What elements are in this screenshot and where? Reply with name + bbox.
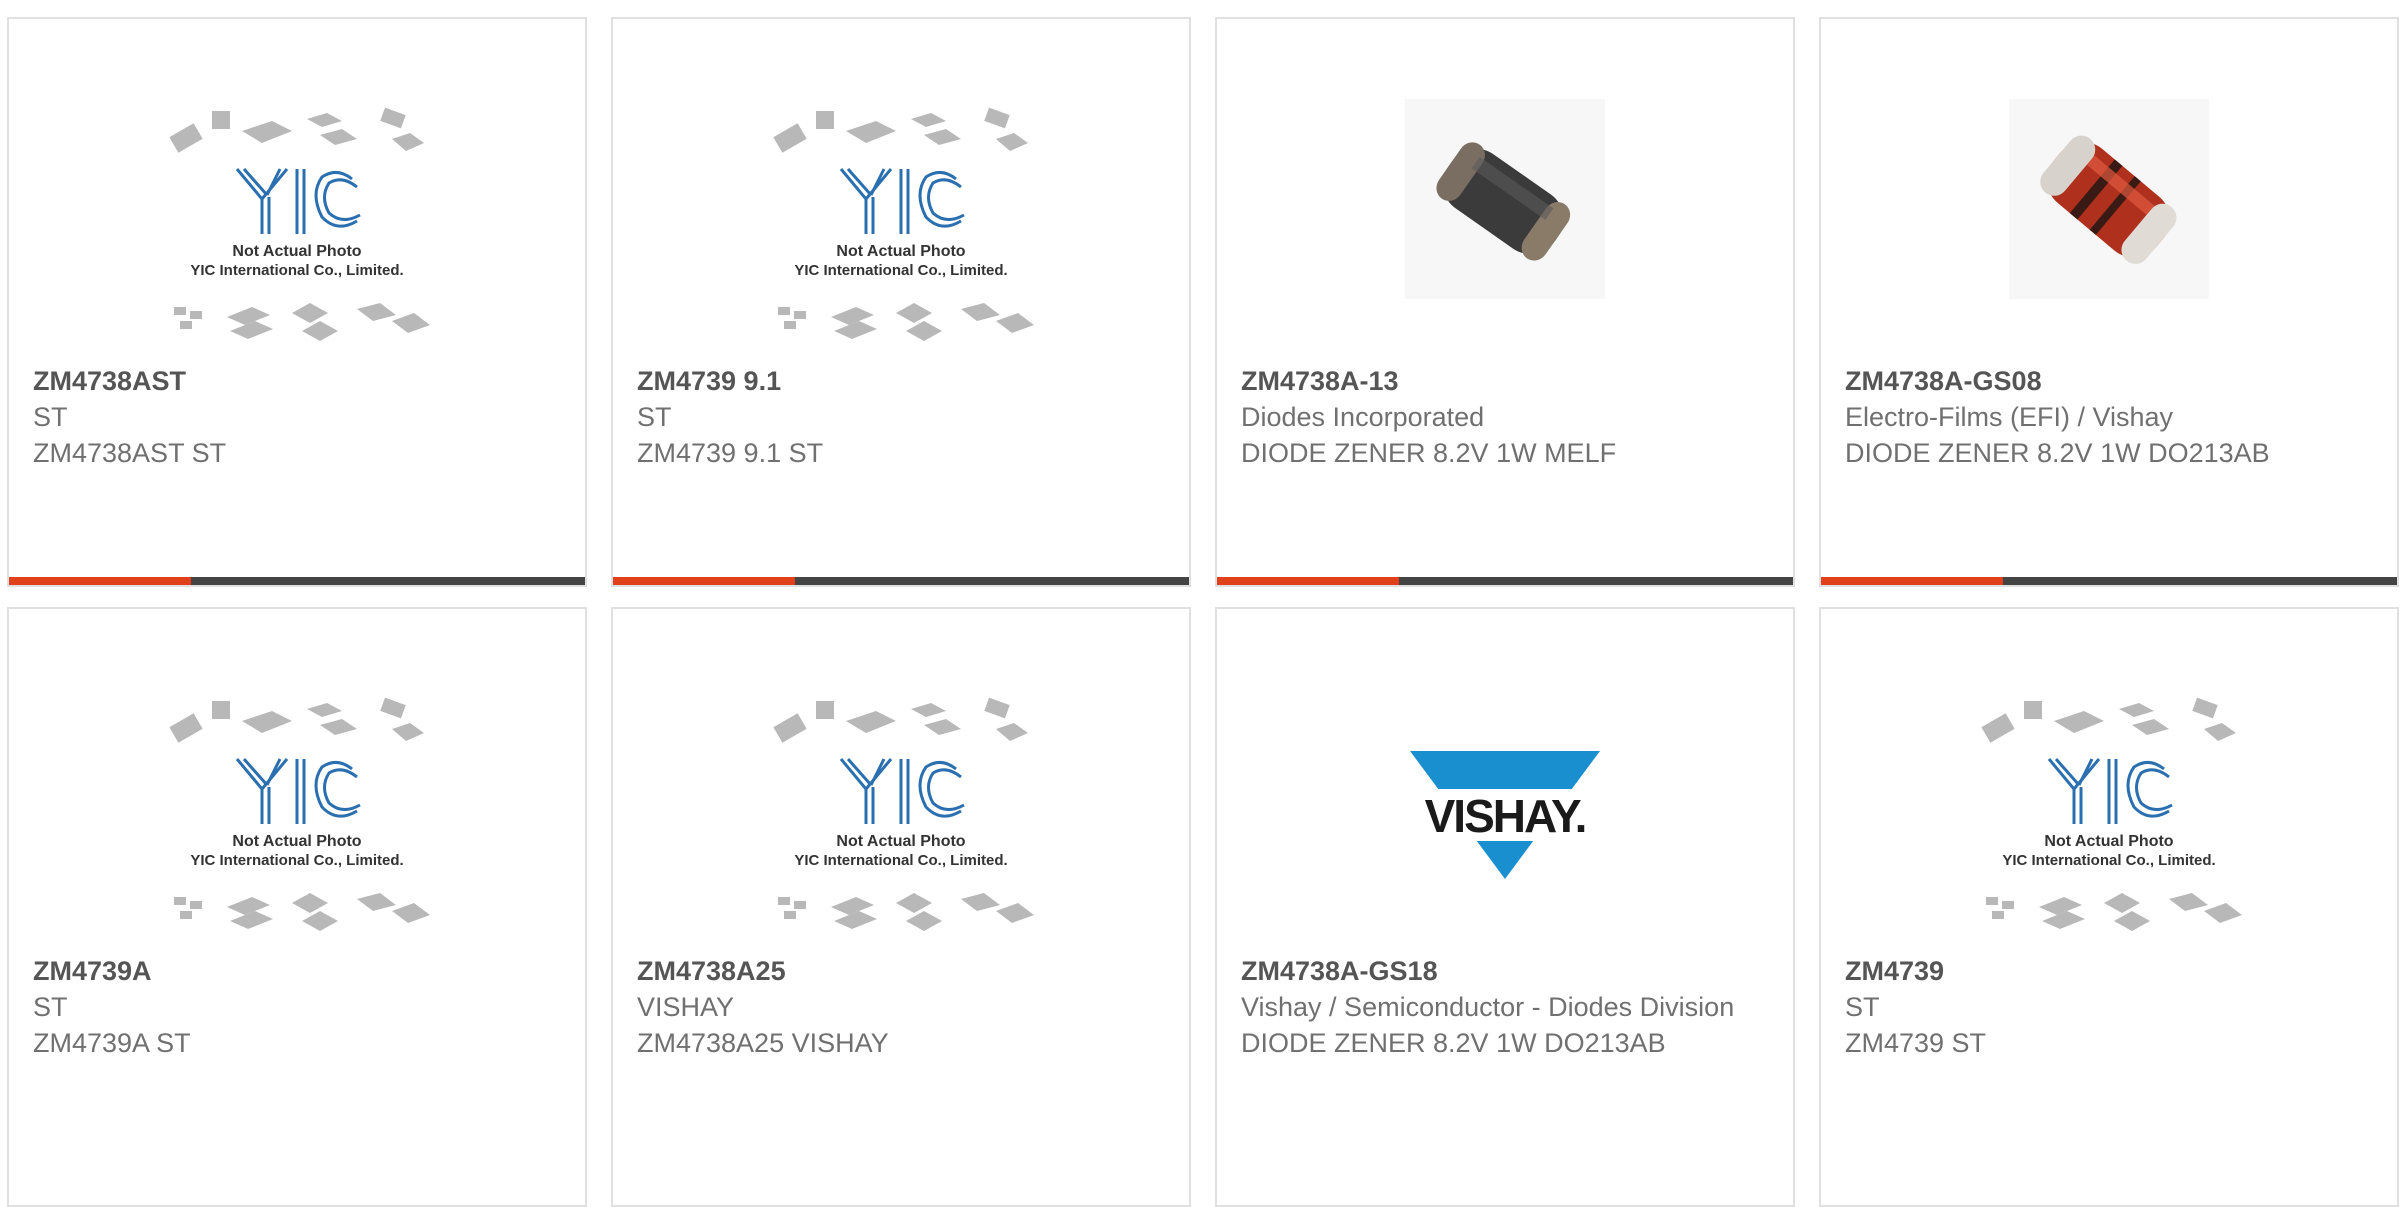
product-info: ZM4738A-13 Diodes Incorporated DIODE ZEN… xyxy=(1241,363,1769,471)
product-image-melf-diode xyxy=(1964,99,2254,364)
placeholder-caption-1: Not Actual Photo xyxy=(232,833,361,850)
product-image-placeholder: Not Actual Photo YIC International Co., … xyxy=(152,689,442,954)
card-bottom-bar xyxy=(1821,577,2397,585)
product-manufacturer: ST xyxy=(637,402,672,432)
product-part-number[interactable]: ZM4739 9.1 xyxy=(637,363,1165,399)
product-part-number[interactable]: ZM4738A-GS08 xyxy=(1845,363,2373,399)
product-manufacturer: Electro-Films (EFI) / Vishay xyxy=(1845,402,2174,432)
product-card[interactable]: Not Actual Photo YIC International Co., … xyxy=(611,607,1191,1207)
product-part-number[interactable]: ZM4738A-GS18 xyxy=(1241,953,1769,989)
card-accent-bar xyxy=(1821,577,2003,585)
product-image-placeholder: Not Actual Photo YIC International Co., … xyxy=(756,689,1046,954)
product-description: ZM4738A25 VISHAY xyxy=(637,1028,889,1058)
product-info: ZM4738A-GS18 Vishay / Semiconductor - Di… xyxy=(1241,953,1769,1061)
product-part-number[interactable]: ZM4739 xyxy=(1845,953,2373,989)
placeholder-caption-1: Not Actual Photo xyxy=(836,243,965,260)
product-part-number[interactable]: ZM4739A xyxy=(33,953,561,989)
card-bottom-bar xyxy=(9,577,585,585)
product-info: ZM4739 ST ZM4739 ST xyxy=(1845,953,2373,1061)
product-image-placeholder: Not Actual Photo YIC International Co., … xyxy=(152,99,442,364)
placeholder-caption-2: YIC International Co., Limited. xyxy=(190,852,403,869)
vishay-logo: VISHAY. xyxy=(1360,689,1650,954)
product-manufacturer: ST xyxy=(1845,992,1880,1022)
product-info: ZM4738A25 VISHAY ZM4738A25 VISHAY xyxy=(637,953,1165,1061)
product-info: ZM4738AST ST ZM4738AST ST xyxy=(33,363,561,471)
product-grid: Not Actual Photo YIC International Co., … xyxy=(7,17,2400,1207)
vishay-logo-text: VISHAY. xyxy=(1425,790,1586,842)
product-manufacturer: ST xyxy=(33,992,68,1022)
card-bottom-bar xyxy=(1217,577,1793,585)
product-description: ZM4739 ST xyxy=(1845,1028,1987,1058)
product-card[interactable]: Not Actual Photo YIC International Co., … xyxy=(1819,607,2399,1207)
placeholder-caption-1: Not Actual Photo xyxy=(232,243,361,260)
product-card[interactable]: ZM4738A-13 Diodes Incorporated DIODE ZEN… xyxy=(1215,17,1795,587)
product-description: ZM4738AST ST xyxy=(33,438,227,468)
product-description: DIODE ZENER 8.2V 1W MELF xyxy=(1241,438,1617,468)
card-accent-bar xyxy=(613,577,795,585)
product-info: ZM4739 9.1 ST ZM4739 9.1 ST xyxy=(637,363,1165,471)
card-accent-bar xyxy=(9,577,191,585)
product-manufacturer: ST xyxy=(33,402,68,432)
placeholder-caption-2: YIC International Co., Limited. xyxy=(2002,852,2215,869)
product-description: ZM4739A ST xyxy=(33,1028,191,1058)
placeholder-caption-1: Not Actual Photo xyxy=(836,833,965,850)
product-image-placeholder: Not Actual Photo YIC International Co., … xyxy=(756,99,1046,364)
product-info: ZM4739A ST ZM4739A ST xyxy=(33,953,561,1061)
product-manufacturer: Vishay / Semiconductor - Diodes Division xyxy=(1241,992,1735,1022)
product-description: ZM4739 9.1 ST xyxy=(637,438,824,468)
product-manufacturer: VISHAY xyxy=(637,992,735,1022)
placeholder-caption-2: YIC International Co., Limited. xyxy=(794,262,1007,279)
product-info: ZM4738A-GS08 Electro-Films (EFI) / Visha… xyxy=(1845,363,2373,471)
card-accent-bar xyxy=(1217,577,1399,585)
card-bottom-bar xyxy=(613,577,1189,585)
placeholder-caption-2: YIC International Co., Limited. xyxy=(190,262,403,279)
placeholder-caption-2: YIC International Co., Limited. xyxy=(794,852,1007,869)
product-manufacturer: Diodes Incorporated xyxy=(1241,402,1485,432)
product-description: DIODE ZENER 8.2V 1W DO213AB xyxy=(1241,1028,1666,1058)
product-card[interactable]: Not Actual Photo YIC International Co., … xyxy=(611,17,1191,587)
product-description: DIODE ZENER 8.2V 1W DO213AB xyxy=(1845,438,2270,468)
product-card[interactable]: ZM4738A-GS08 Electro-Films (EFI) / Visha… xyxy=(1819,17,2399,587)
product-part-number[interactable]: ZM4738A-13 xyxy=(1241,363,1769,399)
product-card[interactable]: Not Actual Photo YIC International Co., … xyxy=(7,17,587,587)
product-part-number[interactable]: ZM4738AST xyxy=(33,363,561,399)
placeholder-caption-1: Not Actual Photo xyxy=(2044,833,2173,850)
product-card[interactable]: Not Actual Photo YIC International Co., … xyxy=(7,607,587,1207)
product-image-placeholder: Not Actual Photo YIC International Co., … xyxy=(1964,689,2254,954)
product-part-number[interactable]: ZM4738A25 xyxy=(637,953,1165,989)
product-image-melf-diode xyxy=(1360,99,1650,364)
product-card[interactable]: VISHAY. ZM4738A-GS18 Vishay / Semiconduc… xyxy=(1215,607,1795,1207)
